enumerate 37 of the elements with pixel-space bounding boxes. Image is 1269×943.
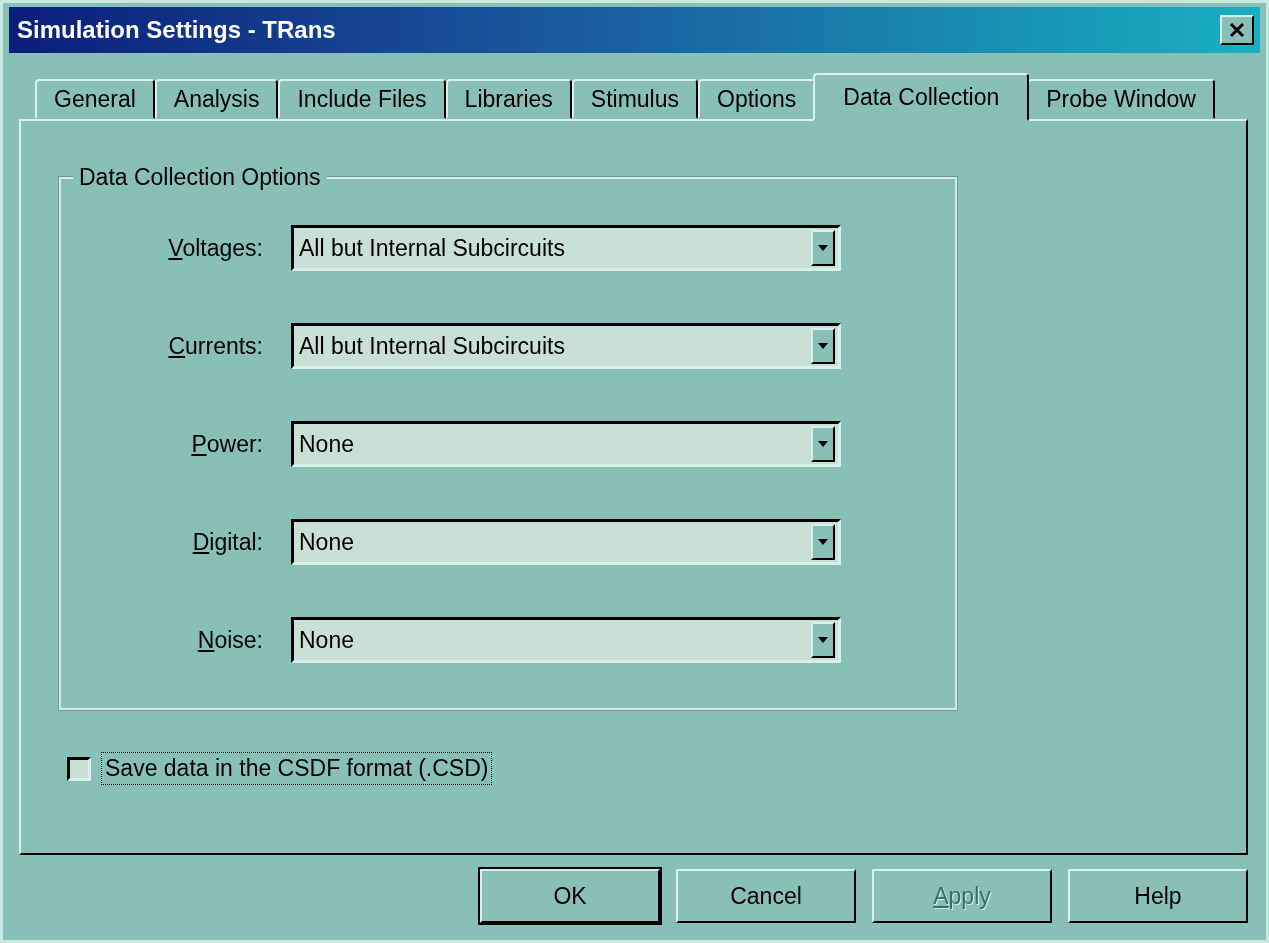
caret-icon xyxy=(818,441,828,447)
tab[interactable]: Probe Window xyxy=(1027,79,1215,119)
tab[interactable]: Options xyxy=(698,79,816,119)
checkbox[interactable] xyxy=(67,756,91,781)
tab[interactable]: Stimulus xyxy=(571,79,699,119)
close-icon xyxy=(1228,22,1246,38)
dropdown[interactable]: None xyxy=(291,421,841,467)
dropdown-arrow-button[interactable] xyxy=(811,524,835,560)
tab[interactable]: Libraries xyxy=(445,79,572,119)
dialog-button[interactable]: Help xyxy=(1068,869,1248,923)
dropdown-arrow-button[interactable] xyxy=(811,230,835,266)
dialog-button[interactable]: OK xyxy=(480,869,660,923)
dropdown[interactable]: None xyxy=(291,519,841,565)
dropdown[interactable]: None xyxy=(291,617,841,663)
dropdown-arrow-button[interactable] xyxy=(811,426,835,462)
field-label: Noise: xyxy=(196,626,264,654)
tab[interactable]: General xyxy=(35,79,155,119)
caret-icon xyxy=(818,245,828,251)
caret-icon xyxy=(818,539,828,545)
close-button[interactable] xyxy=(1220,15,1254,45)
dialog-button[interactable]: Cancel xyxy=(676,869,856,923)
window-title: Simulation Settings - TRans xyxy=(17,16,336,44)
tab[interactable]: Data Collection xyxy=(813,73,1030,121)
dropdown-arrow-button[interactable] xyxy=(811,328,835,364)
caret-icon xyxy=(818,637,828,643)
dropdown[interactable]: All but Internal Subcircuits xyxy=(291,225,841,271)
dropdown-arrow-button[interactable] xyxy=(811,622,835,658)
group-title: Data Collection Options xyxy=(73,164,327,191)
field-label: Voltages: xyxy=(167,234,264,262)
caret-icon xyxy=(818,343,828,349)
field-label: Power: xyxy=(190,430,264,458)
tab[interactable]: Include Files xyxy=(278,79,446,119)
checkbox-label[interactable]: Save data in the CSDF format (.CSD) xyxy=(101,752,493,785)
field-label: Currents: xyxy=(167,332,264,360)
dropdown[interactable]: All but Internal Subcircuits xyxy=(291,323,841,369)
tab[interactable]: Analysis xyxy=(154,79,279,119)
field-label: Digital: xyxy=(191,528,264,556)
